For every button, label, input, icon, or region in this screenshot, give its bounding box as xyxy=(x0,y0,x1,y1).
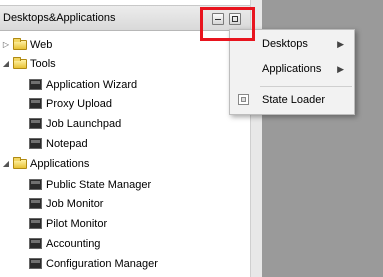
tree-leaf-label: Job Launchpad xyxy=(46,118,122,130)
folder-icon xyxy=(13,38,27,50)
tree-leaf-label: Accounting xyxy=(46,238,101,250)
tree-leaf-public-state-manager[interactable]: Public State Manager xyxy=(0,176,248,194)
application-icon xyxy=(29,79,42,90)
panel-header: Desktops&Applications xyxy=(0,5,250,31)
folder-icon xyxy=(13,157,27,169)
tree-leaf-job-launchpad[interactable]: Job Launchpad xyxy=(0,115,248,133)
maximize-icon[interactable] xyxy=(229,13,241,25)
submenu-arrow-icon: ▶ xyxy=(337,64,344,74)
tree-leaf-label: Proxy Upload xyxy=(46,98,113,110)
collapse-arrow-icon[interactable]: ◢ xyxy=(1,155,11,173)
tree-leaf-label: Job Monitor xyxy=(46,198,104,210)
application-icon xyxy=(29,218,42,229)
tree-node-label: Applications xyxy=(30,158,90,170)
folder-icon xyxy=(13,57,27,69)
tree-node-label: Web xyxy=(30,39,53,51)
submenu-arrow-icon: ▶ xyxy=(337,39,344,49)
menu-item-label: Desktops xyxy=(262,38,308,50)
application-icon xyxy=(29,258,42,269)
tree-node-applications[interactable]: ◢ Applications xyxy=(0,155,248,173)
state-loader-icon xyxy=(238,94,249,105)
tree-leaf-label: Application Wizard xyxy=(46,79,138,91)
tree-leaf-label: Notepad xyxy=(46,138,88,150)
menu-item-desktops[interactable]: Desktops ▶ xyxy=(230,33,354,55)
tree-leaf-accounting[interactable]: Accounting xyxy=(0,235,248,253)
tree-leaf-application-wizard[interactable]: Application Wizard xyxy=(0,76,248,94)
tree-node-web[interactable]: ▷ Web xyxy=(0,36,248,54)
panel-title: Desktops&Applications xyxy=(3,12,116,24)
application-icon xyxy=(29,98,42,109)
tree-leaf-pilot-monitor[interactable]: Pilot Monitor xyxy=(0,215,248,233)
context-menu: Desktops ▶ Applications ▶ State Loader xyxy=(229,29,355,115)
tree-leaf-job-monitor[interactable]: Job Monitor xyxy=(0,195,248,213)
tree-leaf-configuration-manager[interactable]: Configuration Manager xyxy=(0,255,248,273)
menu-item-applications[interactable]: Applications ▶ xyxy=(230,58,354,80)
menu-item-label: Applications xyxy=(262,63,322,75)
menu-item-label: State Loader xyxy=(262,94,325,106)
tree-leaf-proxy-upload[interactable]: Proxy Upload xyxy=(0,95,248,113)
menu-separator xyxy=(260,86,352,87)
minimize-icon[interactable] xyxy=(212,13,224,25)
tree-leaf-label: Public State Manager xyxy=(46,179,152,191)
menu-item-state-loader[interactable]: State Loader xyxy=(230,89,354,111)
collapse-arrow-icon[interactable]: ◢ xyxy=(1,55,11,73)
application-icon xyxy=(29,179,42,190)
tree-node-label: Tools xyxy=(30,58,56,70)
tree-leaf-label: Pilot Monitor xyxy=(46,218,108,230)
application-icon xyxy=(29,198,42,209)
expand-arrow-icon[interactable]: ▷ xyxy=(1,36,11,54)
tree-leaf-notepad[interactable]: Notepad xyxy=(0,135,248,153)
desktops-applications-panel: Desktops&Applications ▷ Web ◢ Tools Appl… xyxy=(0,0,250,277)
tree-leaf-label: Configuration Manager xyxy=(46,258,158,270)
application-icon xyxy=(29,118,42,129)
application-icon xyxy=(29,238,42,249)
application-icon xyxy=(29,138,42,149)
tree-node-tools[interactable]: ◢ Tools xyxy=(0,55,248,73)
